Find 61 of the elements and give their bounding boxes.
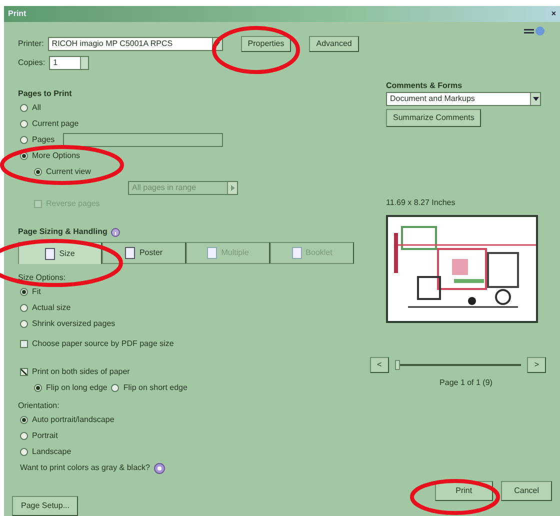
page-count-text: Page 1 of 1 (9) bbox=[438, 377, 494, 389]
option-label: Fit bbox=[32, 286, 41, 298]
radio-button[interactable] bbox=[20, 416, 28, 424]
options-heading: Orientation: bbox=[18, 400, 60, 412]
radio-button[interactable] bbox=[20, 288, 28, 296]
checkbox[interactable] bbox=[20, 340, 28, 348]
option-label: Auto portrait/landscape bbox=[32, 414, 114, 426]
option-label: Landscape bbox=[32, 446, 72, 458]
previous-page-button[interactable]: < bbox=[370, 357, 389, 373]
page-icon bbox=[125, 247, 136, 259]
pages-field[interactable] bbox=[62, 133, 223, 147]
copies-label: Copies: bbox=[18, 57, 46, 69]
option-label: Print on both sides of paper bbox=[32, 366, 130, 378]
option-label: Current view bbox=[46, 166, 91, 178]
option-label: Flip on short edge bbox=[123, 382, 188, 394]
radio-button[interactable] bbox=[111, 384, 120, 392]
checkbox[interactable] bbox=[20, 368, 28, 376]
radio-button[interactable] bbox=[34, 384, 42, 392]
page-setup-button[interactable]: Page Setup... bbox=[12, 496, 78, 516]
print-question-text: Want to print colors as gray & black? bbox=[20, 462, 150, 474]
option-label: Pages bbox=[32, 134, 55, 146]
radio-button[interactable] bbox=[20, 304, 28, 312]
next-page-button[interactable]: > bbox=[527, 357, 546, 373]
summarize-comments-button[interactable]: Summarize Comments bbox=[386, 109, 482, 127]
caret-icon bbox=[530, 93, 540, 105]
option-label: Flip on long edge bbox=[46, 382, 108, 394]
page-slider[interactable] bbox=[394, 360, 522, 370]
radio-button[interactable] bbox=[34, 168, 42, 176]
radio-button[interactable] bbox=[20, 120, 28, 128]
section-heading: Page Sizing & Handling bbox=[18, 226, 108, 238]
options-heading: Size Options: bbox=[18, 272, 67, 284]
radio-button[interactable] bbox=[20, 448, 28, 456]
advanced-button[interactable]: Advanced bbox=[309, 36, 359, 52]
option-label: More Options bbox=[32, 150, 80, 162]
option-label: All bbox=[32, 102, 41, 114]
paper-size-text: 11.69 x 8.27 Inches bbox=[386, 197, 456, 209]
option-label: Current page bbox=[32, 118, 79, 130]
page-icon bbox=[45, 248, 56, 260]
caret-icon bbox=[227, 182, 237, 194]
page-icon bbox=[292, 247, 302, 259]
radio-button[interactable] bbox=[20, 136, 28, 144]
printer-dropdown[interactable]: RICOH imagio MP C5001A RPCS bbox=[48, 37, 223, 51]
section-heading: Comments & Forms bbox=[386, 80, 464, 92]
radio-button[interactable] bbox=[20, 104, 28, 112]
option-label: Portrait bbox=[32, 430, 58, 442]
radio-button[interactable] bbox=[20, 320, 28, 328]
cancel-button[interactable]: Cancel bbox=[501, 481, 552, 501]
properties-button[interactable]: Properties bbox=[240, 36, 292, 52]
tab[interactable]: Poster bbox=[102, 242, 186, 264]
option-label: Choose paper source by PDF page size bbox=[32, 338, 174, 350]
close-button[interactable]: × bbox=[551, 8, 556, 20]
section-heading: Pages to Print bbox=[18, 88, 73, 100]
copies-spinner[interactable]: 1 bbox=[49, 56, 90, 70]
option-label: Shrink oversized pages bbox=[32, 318, 116, 330]
option-label: Actual size bbox=[32, 302, 71, 314]
window-title: Print bbox=[8, 8, 26, 20]
info-icon bbox=[111, 228, 120, 236]
page-icon bbox=[207, 247, 218, 259]
printer-label: Printer: bbox=[18, 38, 44, 50]
radio-button[interactable] bbox=[20, 432, 28, 440]
comments-dropdown[interactable]: Document and Markups bbox=[386, 92, 541, 106]
